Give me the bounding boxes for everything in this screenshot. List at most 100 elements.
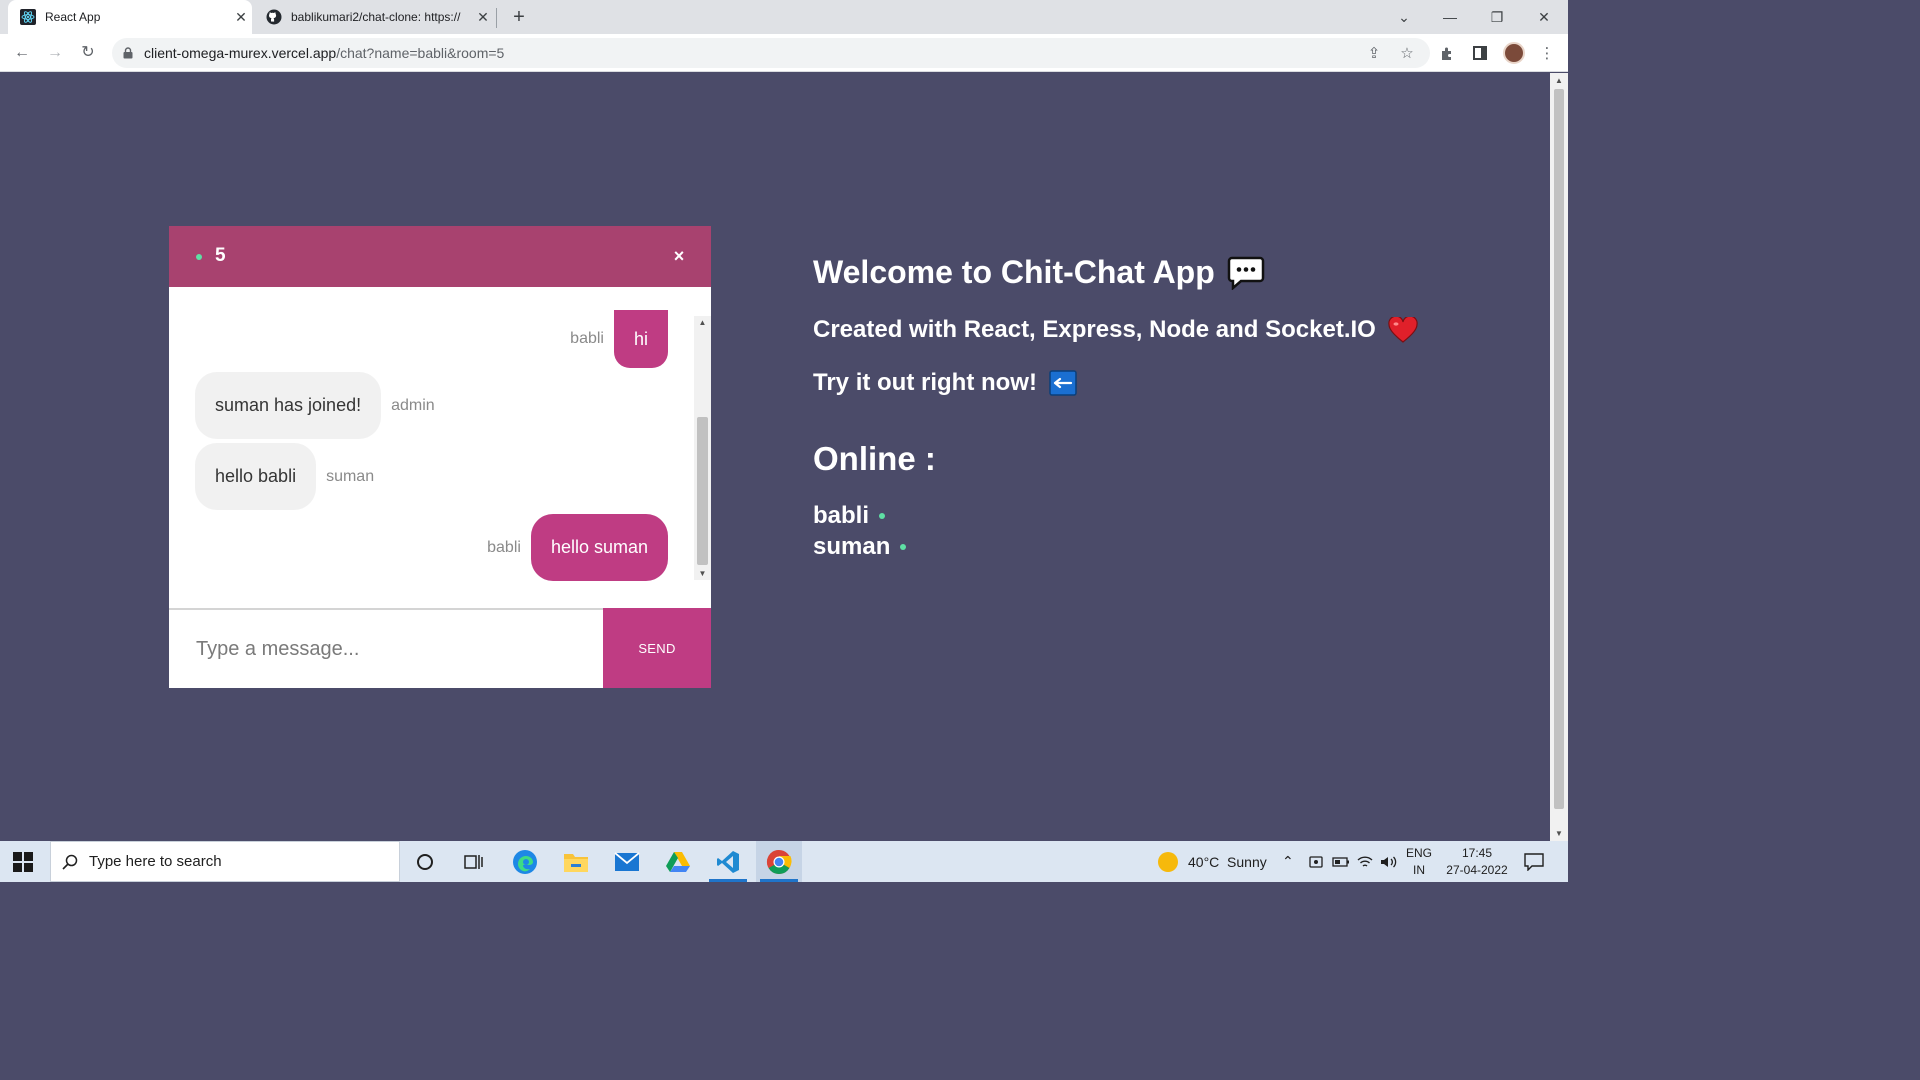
close-chat-button[interactable]: × — [669, 244, 689, 268]
message-sender: babli — [487, 538, 521, 556]
clock-date: 27-04-2022 — [1446, 862, 1508, 877]
tab-title: bablikumari2/chat-clone: https:// — [291, 10, 461, 24]
scroll-up-icon[interactable]: ▲ — [1554, 76, 1564, 85]
send-button[interactable]: SEND — [603, 608, 711, 688]
scroll-down-icon[interactable]: ▼ — [694, 569, 711, 578]
url-path: /chat?name=babli&room=5 — [336, 45, 505, 61]
search-placeholder: Type here to search — [89, 853, 222, 870]
share-icon[interactable]: ⇪ — [1364, 43, 1384, 63]
minimize-icon[interactable]: — — [1438, 6, 1462, 28]
lock-icon — [112, 47, 144, 59]
message-scrollbar[interactable]: ▲ ▼ — [694, 316, 711, 580]
online-dot-icon — [879, 512, 886, 519]
message-composer: SEND — [169, 608, 711, 688]
created-label: Created with React, Express, Node and So… — [813, 316, 1376, 343]
message-row: suman has joined! admin — [195, 372, 435, 439]
message-bubble: hi — [613, 310, 668, 368]
tab-divider — [496, 8, 497, 28]
battery-icon[interactable] — [1332, 841, 1350, 882]
tab-close-icon[interactable]: ✕ — [472, 9, 494, 26]
welcome-text: Welcome to Chit-Chat App — [813, 254, 1215, 290]
cortana-icon[interactable] — [402, 841, 448, 882]
online-user: suman — [813, 531, 907, 562]
meet-now-icon[interactable] — [1308, 841, 1324, 882]
scroll-down-icon[interactable]: ▼ — [1554, 829, 1564, 838]
created-with-text: Created with React, Express, Node and So… — [813, 316, 1418, 344]
tab-title: React App — [45, 10, 101, 24]
message-list: babli hi suman has joined! admin hello b… — [169, 287, 711, 583]
taskbar-search-box[interactable]: Type here to search — [50, 841, 400, 882]
welcome-heading: Welcome to Chit-Chat App — [813, 254, 1265, 291]
language-indicator[interactable]: ENG IN — [1406, 841, 1432, 882]
taskbar: Type here to search 40°C Sunny ⌃ ENG IN … — [0, 841, 1568, 882]
menu-kebab-icon[interactable]: ⋮ — [1537, 43, 1557, 63]
heart-icon — [1388, 317, 1418, 343]
lang-top: ENG — [1406, 845, 1433, 860]
tab-bar: React App ✕ bablikumari2/chat-clone: htt… — [0, 0, 1568, 34]
try-it-text: Try it out right now! — [813, 369, 1077, 397]
tab-search-icon[interactable]: ⌄ — [1392, 6, 1416, 28]
mail-icon[interactable] — [604, 841, 650, 882]
show-hidden-icons-icon[interactable]: ⌃ — [1282, 841, 1294, 882]
search-icon — [51, 854, 89, 870]
user-name: suman — [813, 532, 891, 560]
online-users-list: babli suman — [813, 500, 907, 562]
chrome-icon[interactable] — [756, 841, 802, 882]
chat-window: 5 × babli hi suman has joined! admin hel… — [169, 226, 711, 688]
forward-icon[interactable]: → — [44, 42, 66, 64]
url-host: client-omega-murex.vercel.app — [144, 45, 337, 61]
reload-icon[interactable]: ↻ — [77, 42, 99, 64]
message-row: babli hello suman — [487, 514, 668, 581]
page-scroll-thumb[interactable] — [1554, 89, 1564, 809]
tab-close-icon[interactable]: ✕ — [230, 9, 252, 26]
lang-bottom: IN — [1413, 862, 1425, 877]
message-row: hello babli suman — [195, 443, 374, 510]
message-scroll-thumb[interactable] — [697, 417, 708, 565]
online-indicator-icon — [196, 254, 202, 260]
address-bar[interactable]: client-omega-murex.vercel.app/chat?name=… — [112, 38, 1430, 68]
back-icon[interactable]: ← — [11, 42, 33, 64]
page-scrollbar[interactable]: ▲ ▼ — [1550, 73, 1568, 841]
scroll-up-icon[interactable]: ▲ — [694, 318, 711, 327]
online-user: babli — [813, 500, 906, 531]
online-heading: Online : — [813, 440, 936, 477]
weather-widget[interactable]: 40°C Sunny — [1158, 841, 1267, 882]
user-name: babli — [813, 501, 870, 529]
new-tab-button[interactable]: + — [508, 6, 530, 28]
online-dot-icon — [900, 543, 907, 550]
browser-toolbar: ← → ↻ client-omega-murex.vercel.app/chat… — [0, 34, 1568, 72]
task-view-icon[interactable] — [451, 841, 497, 882]
profile-avatar[interactable] — [1503, 42, 1525, 64]
google-drive-icon[interactable] — [655, 841, 701, 882]
message-sender: admin — [391, 396, 435, 414]
tab-react-app[interactable]: React App ✕ — [8, 0, 252, 34]
message-bubble: suman has joined! — [195, 372, 382, 439]
bookmark-star-icon[interactable]: ☆ — [1397, 43, 1417, 63]
try-label: Try it out right now! — [813, 369, 1037, 396]
message-bubble: hello babli — [195, 443, 317, 510]
message-input[interactable] — [169, 610, 603, 688]
file-explorer-icon[interactable] — [553, 841, 599, 882]
notifications-icon[interactable] — [1524, 841, 1544, 882]
close-window-icon[interactable]: ✕ — [1532, 6, 1556, 28]
message-row: babli hi — [570, 310, 668, 368]
restore-icon[interactable]: ❐ — [1485, 6, 1509, 28]
room-name: 5 — [215, 245, 226, 266]
edge-icon[interactable] — [502, 841, 548, 882]
weather-text: 40°C Sunny — [1188, 853, 1267, 870]
react-icon — [20, 9, 36, 25]
clock-time: 17:45 — [1461, 845, 1493, 860]
volume-icon[interactable] — [1380, 841, 1398, 882]
github-icon — [266, 9, 282, 25]
tab-github[interactable]: bablikumari2/chat-clone: https:// ✕ — [254, 0, 494, 34]
windows-start-icon[interactable] — [13, 852, 33, 872]
side-panel-icon[interactable] — [1470, 43, 1490, 63]
wifi-icon[interactable] — [1356, 841, 1374, 882]
extensions-icon[interactable] — [1437, 43, 1457, 63]
clock[interactable]: 17:45 27-04-2022 — [1442, 841, 1512, 882]
message-sender: suman — [326, 467, 375, 485]
message-sender: babli — [570, 330, 604, 347]
chat-header: 5 × — [169, 226, 711, 287]
vscode-icon[interactable] — [705, 841, 751, 882]
left-arrow-icon — [1049, 370, 1077, 396]
